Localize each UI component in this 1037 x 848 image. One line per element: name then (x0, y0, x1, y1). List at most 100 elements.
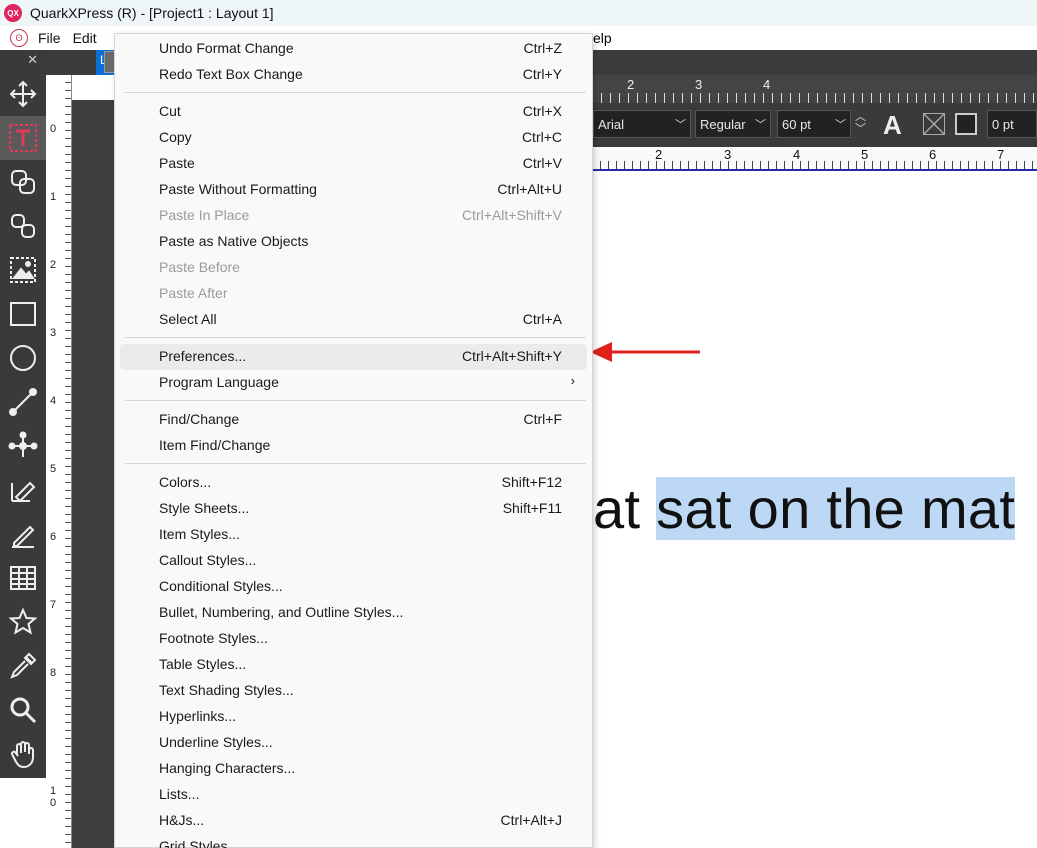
menu-item-label: Callout Styles... (159, 552, 257, 568)
menu-item-text-shading-styles[interactable]: Text Shading Styles... (120, 678, 587, 704)
ruler-number: 5 (861, 147, 869, 162)
move-tool-icon[interactable] (0, 72, 46, 116)
text-box-content[interactable]: at sat on the mat (593, 476, 1016, 541)
menu-item-program-language[interactable]: Program Language › (120, 370, 587, 396)
menu-item-shortcut: Ctrl+Y (522, 66, 562, 82)
starburst-tool-icon[interactable] (0, 600, 46, 644)
menu-separator (125, 92, 586, 93)
menu-item-select-all[interactable]: Select All Ctrl+A (120, 307, 587, 333)
menu-item-paste-as-native-objects[interactable]: Paste as Native Objects (120, 229, 587, 255)
menu-item-shortcut: Ctrl+Alt+Shift+Y (462, 348, 562, 364)
text-content-tool-icon[interactable] (0, 116, 46, 160)
menu-item-label: Lists... (159, 786, 200, 802)
menu-edit[interactable]: Edit (67, 30, 103, 46)
menu-item-shortcut: Ctrl+F (523, 411, 563, 427)
chevron-right-icon: › (570, 373, 575, 388)
menu-item-redo[interactable]: Redo Text Box Change Ctrl+Y (120, 62, 587, 88)
measurements-palette: Arial ﹀ Regular ﹀ 60 pt ﹀ ︿ ﹀ A 0 pt (593, 103, 1037, 147)
text-unlinking-tool-icon[interactable] (0, 204, 46, 248)
ruler-number: 7 (997, 147, 1005, 162)
menu-item-label: Item Styles... (159, 526, 240, 542)
font-size-value: 60 pt (782, 117, 811, 132)
table-tool-icon[interactable] (0, 556, 46, 600)
menu-item-style-sheets[interactable]: Style Sheets... Shift+F11 (120, 496, 587, 522)
zoom-tool-icon[interactable] (0, 688, 46, 732)
pan-tool-icon[interactable] (0, 732, 46, 776)
menu-item-item-find-change[interactable]: Item Find/Change (120, 433, 587, 459)
menu-item-label: Colors... (159, 474, 212, 490)
select-point-tool-icon[interactable] (0, 424, 46, 468)
menu-item-paste[interactable]: Paste Ctrl+V (120, 151, 587, 177)
menu-item-shortcut: Ctrl+C (521, 129, 562, 145)
menu-item-conditional-styles[interactable]: Conditional Styles... (120, 574, 587, 600)
fill-color-icon[interactable] (923, 113, 945, 135)
horizontal-ruler: 2 3 4 (593, 75, 1037, 103)
text-shading-icon[interactable]: A (883, 111, 911, 139)
menu-item-label: Text Shading Styles... (159, 682, 294, 698)
freehand-pen-tool-icon[interactable] (0, 512, 46, 556)
annotation-arrow-icon (590, 342, 700, 362)
menu-item-shortcut: Ctrl+Alt+J (500, 812, 562, 828)
menu-item-label: Table Styles... (159, 656, 247, 672)
ruler-number: 4 (763, 77, 771, 92)
menu-separator (125, 463, 586, 464)
vruler-label: 7 (50, 599, 57, 611)
picture-content-tool-icon[interactable] (0, 248, 46, 292)
menu-item-table-styles[interactable]: Table Styles... (120, 652, 587, 678)
menu-separator (125, 400, 586, 401)
menu-item-shortcut: Ctrl+A (522, 311, 562, 327)
app-menu-icon[interactable]: ʘ (10, 29, 28, 47)
vruler-label: 5 (50, 463, 57, 475)
eyedropper-tool-icon[interactable] (0, 644, 46, 688)
text-linking-tool-icon[interactable] (0, 160, 46, 204)
menu-item-underline-styles[interactable]: Underline Styles... (120, 730, 587, 756)
menu-item-cut[interactable]: Cut Ctrl+X (120, 99, 587, 125)
line-tool-icon[interactable] (0, 380, 46, 424)
menu-item-hjs[interactable]: H&Js... Ctrl+Alt+J (120, 808, 587, 834)
vertical-ruler: 0 1 2 3 4 5 6 7 8 1 0 (46, 75, 72, 848)
menu-item-label: Cut (159, 103, 181, 119)
text-run: at (593, 477, 657, 540)
menu-item-paste-before: Paste Before (120, 255, 587, 281)
close-icon[interactable]: ✕ (0, 50, 46, 70)
title-bar: QX QuarkXPress (R) - [Project1 : Layout … (0, 0, 1037, 26)
vruler-label: 3 (50, 327, 57, 339)
font-family-dropdown[interactable]: Arial ﹀ (593, 110, 691, 138)
ruler-number: 3 (695, 77, 703, 92)
menu-item-label: Grid Styles... (159, 838, 240, 848)
menu-item-label: Item Find/Change (159, 437, 271, 453)
chevron-down-icon: ﹀ (675, 119, 686, 131)
rectangle-box-tool-icon[interactable] (0, 292, 46, 336)
size-stepper-icon[interactable]: ︿ ﹀ (855, 111, 866, 135)
menu-item-find-change[interactable]: Find/Change Ctrl+F (120, 407, 587, 433)
oval-box-tool-icon[interactable] (0, 336, 46, 380)
font-style-dropdown[interactable]: Regular ﹀ (695, 110, 771, 138)
menu-item-callout-styles[interactable]: Callout Styles... (120, 548, 587, 574)
offset-value: 0 pt (992, 117, 1014, 132)
menu-item-copy[interactable]: Copy Ctrl+C (120, 125, 587, 151)
menu-item-hanging-characters[interactable]: Hanging Characters... (120, 756, 587, 782)
frame-color-icon[interactable] (955, 113, 977, 135)
vruler-label: 4 (50, 395, 57, 407)
menu-item-shortcut: Shift+F12 (501, 474, 562, 490)
menu-item-item-styles[interactable]: Item Styles... (120, 522, 587, 548)
menu-item-label: Hyperlinks... (159, 708, 237, 724)
menu-item-footnote-styles[interactable]: Footnote Styles... (120, 626, 587, 652)
menu-item-preferences[interactable]: Preferences... Ctrl+Alt+Shift+Y (120, 344, 587, 370)
menu-item-undo[interactable]: Undo Format Change Ctrl+Z (120, 36, 587, 62)
text-ruler: 2 3 4 5 6 7 (593, 147, 1037, 171)
vruler-label: 2 (50, 259, 57, 271)
menu-item-hyperlinks[interactable]: Hyperlinks... (120, 704, 587, 730)
menu-help[interactable]: elp (593, 30, 612, 46)
font-size-dropdown[interactable]: 60 pt ﹀ (777, 110, 851, 138)
menu-item-label: Preferences... (159, 348, 247, 364)
menu-item-lists[interactable]: Lists... (120, 782, 587, 808)
menu-item-bullet-numbering-outline-styles[interactable]: Bullet, Numbering, and Outline Styles... (120, 600, 587, 626)
menu-item-colors[interactable]: Colors... Shift+F12 (120, 470, 587, 496)
menu-item-grid-styles[interactable]: Grid Styles... (120, 834, 587, 848)
offset-input[interactable]: 0 pt (987, 110, 1037, 138)
bezier-pen-tool-icon[interactable] (0, 468, 46, 512)
menu-item-paste-without-formatting[interactable]: Paste Without Formatting Ctrl+Alt+U (120, 177, 587, 203)
vruler-label: 1 (50, 191, 57, 203)
menu-file[interactable]: File (32, 30, 67, 46)
